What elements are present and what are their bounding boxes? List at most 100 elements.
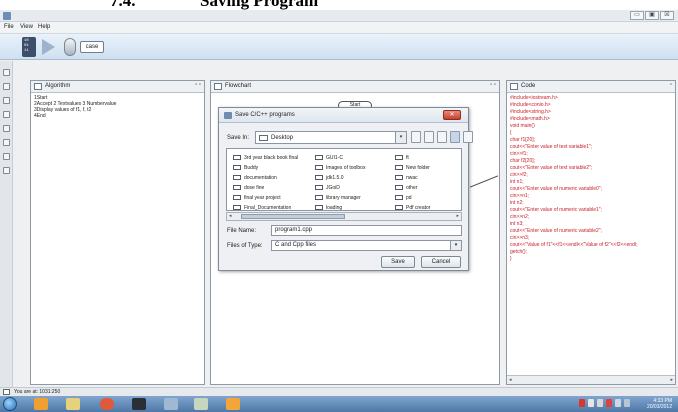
file-list-item[interactable]: 3rd year black book final [233,154,298,162]
palette-tool-icon[interactable] [3,125,10,132]
menu-file[interactable]: File [4,24,14,30]
code-line: #include<string.h> [510,109,551,115]
algorithm-panel-title: Algorithm [45,83,71,89]
scroll-left-icon[interactable]: ◂ [509,377,512,383]
file-list-item[interactable]: JGoiD [315,184,340,192]
tray-icon[interactable] [579,399,585,407]
file-list-item[interactable]: library manager [315,194,361,202]
scroll-right-icon[interactable]: ▸ [456,213,459,219]
tray-icon[interactable] [615,399,621,407]
scroll-left-icon[interactable]: ◂ [229,213,232,219]
scrollbar-thumb[interactable] [241,214,345,219]
taskbar-clock[interactable]: 4:33 PM 20/03/2012 [647,398,672,410]
list-view-icon[interactable] [450,131,460,143]
save-in-label: Save In: [227,135,250,141]
folder-icon [395,165,403,170]
terminal-icon[interactable] [132,398,146,410]
file-list-item[interactable]: loading [315,204,342,210]
palette-tool-icon[interactable] [3,97,10,104]
chevron-down-icon[interactable]: ▾ [450,241,461,250]
file-list-item[interactable]: other [395,184,417,192]
network-icon[interactable] [624,399,630,407]
file-name: final year project [244,195,281,201]
code-panel-title: Code [521,83,536,89]
file-name: 3rd year black book final [244,155,299,161]
browser-icon[interactable] [100,398,114,410]
folder-icon [395,155,403,160]
folder-icon [395,205,403,210]
dialog-title: Save C/C++ programs [235,112,295,118]
algorithm-text[interactable]: 1Start 2Accept 2 Textvalues 3 Numbervalu… [34,95,201,119]
tray-icon[interactable] [597,399,603,407]
folder-icon [233,195,241,200]
palette-tool-icon[interactable] [3,69,10,76]
debug-icon[interactable] [64,38,76,56]
file-list-item[interactable]: Final_Documentation [233,204,292,211]
file-list-item[interactable]: Buddy [233,164,258,172]
save-in-dropdown[interactable]: Desktop ▾ [255,131,407,144]
file-list-item[interactable]: pd [395,194,412,202]
tray-icon[interactable] [588,399,594,407]
run-icon[interactable] [42,39,55,55]
panel-window-controls[interactable]: ▫ ▫ [195,82,201,88]
save-in-value: Desktop [271,135,294,141]
file-list-item[interactable]: jdk1.5.0 [315,174,344,182]
file-list-scrollbar[interactable]: ◂ ▸ [226,212,462,221]
start-menu-icon[interactable] [3,397,17,411]
maximize-button[interactable]: ▣ [645,11,659,20]
tray-icon[interactable] [606,399,612,407]
file-list-item[interactable]: ft [395,154,409,162]
file-name: Final_Documentation [244,205,292,211]
file-list-item[interactable]: final year project [233,194,281,202]
case-button[interactable]: case [80,41,104,53]
scroll-right-icon[interactable]: ▸ [670,377,673,383]
file-name: Pdf creator [406,205,431,211]
home-folder-icon[interactable] [424,131,434,143]
media-player-icon[interactable] [34,398,48,410]
code-editor[interactable]: #include<iostream.h> #include<conio.h> #… [510,95,672,263]
file-name: ft [406,155,409,161]
file-name: JGoiD [326,185,340,191]
flowchart-connector [469,175,499,188]
code-horizontal-scrollbar[interactable]: ◂ ▸ [507,375,675,384]
file-name: library manager [326,195,361,201]
status-text: You are at: 1031:250 [14,389,61,395]
file-list-item[interactable]: New folder [395,164,430,172]
details-view-icon[interactable] [463,131,473,143]
os-taskbar: 4:33 PM 20/03/2012 [0,396,678,412]
palette-tool-icon[interactable] [3,167,10,174]
palette-tool-icon[interactable] [3,83,10,90]
java-app-icon[interactable] [226,398,240,410]
folder-icon [395,185,403,190]
paint-icon[interactable] [194,398,208,410]
file-name-input[interactable]: program1.cpp [271,225,462,236]
palette-tool-icon[interactable] [3,153,10,160]
palette-tool-icon[interactable] [3,111,10,118]
minimize-button[interactable]: ▭ [630,11,644,20]
code-line: cout<<"Enter value of numeric variable1"… [510,207,602,213]
close-window-button[interactable]: ☒ [660,11,674,20]
new-folder-icon[interactable] [437,131,447,143]
cancel-button[interactable]: Cancel [421,256,461,268]
file-type-dropdown[interactable]: C and Cpp files ▾ [271,240,462,251]
compile-icon[interactable]: 10 01 11 [22,37,36,57]
file-list-item[interactable]: dose fine [233,184,264,192]
menu-help[interactable]: Help [38,24,50,30]
menu-view[interactable]: View [20,24,33,30]
app-window-icon[interactable] [164,398,178,410]
dialog-close-button[interactable]: ✕ [443,110,461,120]
panel-window-controls[interactable]: ▫ [670,82,672,88]
palette-tool-icon[interactable] [3,139,10,146]
save-button[interactable]: Save [381,256,415,268]
up-folder-icon[interactable] [411,131,421,143]
file-explorer-icon[interactable] [66,398,80,410]
file-list-item[interactable]: documentation [233,174,277,182]
file-list-item[interactable]: GUI1-C [315,154,343,162]
panel-window-controls[interactable]: ▫ ▫ [490,82,496,88]
algorithm-line: 4End [34,113,46,119]
file-list-item[interactable]: Pdf creator [395,204,431,211]
file-list-item[interactable]: nwac [395,174,418,182]
file-list-item[interactable]: Images of toolbox [315,164,365,172]
file-name-label: File Name: [227,228,257,234]
chevron-down-icon[interactable]: ▾ [395,132,406,143]
